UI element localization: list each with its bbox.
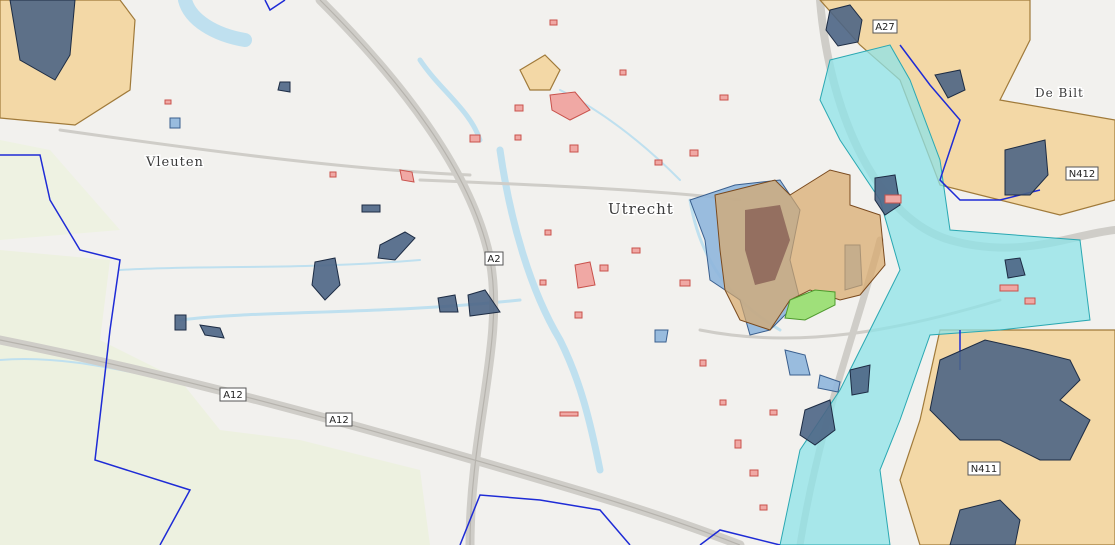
- place-label-vleuten: Vleuten: [145, 155, 204, 170]
- road-shield-a2-label: A2: [487, 254, 500, 265]
- road-shield-n411-label: N411: [971, 464, 998, 475]
- road-shield-a12-west-label: A12: [223, 390, 243, 401]
- place-label-de-bilt: De Bilt: [1035, 86, 1084, 100]
- map-canvas[interactable]: Utrecht Vleuten De Bilt A2 A12 A12 A27 N…: [0, 0, 1115, 545]
- place-label-utrecht: Utrecht: [608, 200, 674, 218]
- road-shield-a12-mid-label: A12: [329, 415, 349, 426]
- road-shield-n411: N411: [967, 461, 1001, 476]
- road-shield-a12-west: A12: [219, 387, 247, 402]
- road-shield-n412: N412: [1065, 166, 1099, 181]
- road-shield-a27-label: A27: [875, 22, 895, 33]
- road-shield-n412-label: N412: [1069, 169, 1096, 180]
- road-shield-a27: A27: [872, 19, 898, 34]
- road-shield-a12-mid: A12: [325, 412, 353, 427]
- road-shield-a2: A2: [484, 251, 504, 266]
